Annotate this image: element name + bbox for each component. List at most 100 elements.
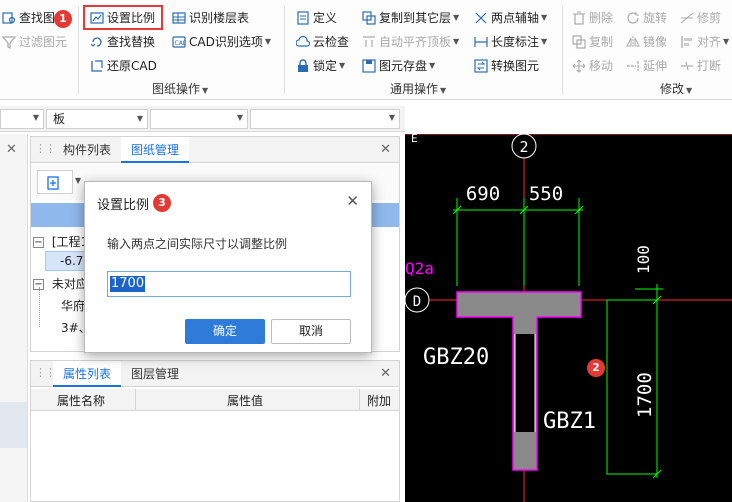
extend-button[interactable]: 延伸 bbox=[626, 56, 667, 76]
mirror-icon bbox=[626, 35, 640, 49]
step-badge-2: 2 bbox=[587, 359, 605, 377]
copy-icon bbox=[572, 35, 586, 49]
break-button[interactable]: 打断 bbox=[680, 56, 721, 76]
ribbon-divider bbox=[562, 6, 563, 94]
save-icon bbox=[362, 59, 376, 73]
close-icon[interactable]: ✕ bbox=[346, 192, 359, 210]
move-button[interactable]: 移动 bbox=[572, 56, 613, 76]
drag-handle-icon[interactable]: ⋮⋮ bbox=[35, 366, 56, 379]
find-drawing-icon bbox=[2, 11, 16, 25]
axis-label-e: E bbox=[411, 134, 418, 145]
chevron-down-icon: ▼ bbox=[339, 61, 346, 70]
length-dim-icon bbox=[474, 35, 488, 49]
two-point-axis-button[interactable]: 两点辅轴 ▼ bbox=[474, 8, 547, 28]
identify-floors-button[interactable]: 识别楼层表 bbox=[172, 8, 249, 28]
axis-icon bbox=[474, 11, 488, 25]
tree-node-drawing[interactable]: 华府 bbox=[61, 297, 85, 314]
delete-icon bbox=[572, 11, 586, 25]
element-save-button[interactable]: 图元存盘 ▼ bbox=[362, 56, 435, 76]
label-q2a: Q2a bbox=[405, 259, 434, 278]
length-dimension-button[interactable]: 长度标注 ▼ bbox=[474, 32, 547, 52]
cad-canvas[interactable]: 2 E D 690 550 Q2a GBZ20 GBZ1 100 1700 2 bbox=[405, 134, 732, 502]
tab-layer-management[interactable]: 图层管理 bbox=[121, 361, 189, 387]
find-drawing-button[interactable]: 查找图 bbox=[2, 8, 55, 28]
set-scale-button[interactable]: 设置比例 bbox=[90, 8, 155, 28]
convert-icon bbox=[474, 59, 488, 73]
convert-element-button[interactable]: 转换图元 bbox=[474, 56, 539, 76]
align-button[interactable]: 对齐 ▼ bbox=[680, 32, 729, 52]
add-drawing-button[interactable] bbox=[37, 170, 73, 194]
dimension-550: 550 bbox=[529, 183, 563, 205]
filter-elements-button[interactable]: 过滤图元 bbox=[2, 32, 67, 52]
find-replace-icon bbox=[90, 35, 104, 49]
chevron-down-icon[interactable]: ▼ bbox=[75, 176, 81, 185]
cad-options-button[interactable]: CAD CAD识别选项 ▼ bbox=[172, 32, 271, 52]
chevron-down-icon: ▼ bbox=[541, 13, 548, 22]
close-icon[interactable]: ✕ bbox=[380, 366, 391, 381]
extend-icon bbox=[626, 59, 640, 73]
rotate-icon bbox=[626, 11, 640, 25]
chevron-down-icon: ▼ bbox=[453, 37, 460, 46]
cad-options-icon: CAD bbox=[172, 35, 186, 49]
break-icon bbox=[680, 59, 694, 73]
column-header-name: 属性名称 bbox=[57, 394, 106, 408]
cancel-button[interactable]: 取消 bbox=[271, 319, 351, 344]
tab-drawing-management[interactable]: 图纸管理 bbox=[121, 137, 190, 163]
tab-property-list[interactable]: 属性列表 bbox=[53, 361, 122, 387]
restore-cad-icon bbox=[90, 59, 104, 73]
auto-align-top-button[interactable]: 自动平齐顶板 ▼ bbox=[362, 32, 459, 52]
close-icon[interactable]: ✕ bbox=[380, 142, 391, 157]
column-header-extra: 附加 bbox=[367, 394, 392, 408]
trim-button[interactable]: 修剪 bbox=[680, 8, 721, 28]
column-divider bbox=[359, 389, 360, 411]
chevron-down-icon: ▼ bbox=[723, 37, 730, 46]
dimension-100: 100 bbox=[634, 245, 653, 274]
chevron-down-icon: ▼ bbox=[264, 37, 271, 46]
step-badge-1: 1 bbox=[54, 10, 72, 28]
panel-tab-bar: ⋮⋮ 构件列表 图纸管理 ✕ bbox=[31, 137, 399, 163]
collapse-icon[interactable]: − bbox=[33, 237, 44, 248]
filter-icon bbox=[2, 35, 16, 49]
chevron-down-icon: ▼ bbox=[236, 113, 243, 122]
axis-label-2: 2 bbox=[519, 138, 528, 156]
dimension-horizontal bbox=[452, 198, 584, 286]
cloud-check-button[interactable]: 云检查 bbox=[296, 32, 349, 52]
cloud-icon bbox=[296, 35, 310, 49]
layer-selector[interactable]: ▼ bbox=[0, 109, 44, 129]
copy-to-floor-button[interactable]: 复制到其它层 ▼ bbox=[362, 8, 459, 28]
element-type-selector[interactable]: 板 ▼ bbox=[46, 109, 148, 129]
find-replace-button[interactable]: 查找替换 bbox=[90, 32, 155, 52]
chevron-down-icon: ▼ bbox=[453, 13, 460, 22]
tab-component-list[interactable]: 构件列表 bbox=[53, 137, 121, 163]
lock-button[interactable]: 锁定 ▼ bbox=[296, 56, 345, 76]
group-label-drawing: 图纸操作 ▼ bbox=[152, 82, 209, 96]
tree-node-project[interactable]: − [工程1 bbox=[33, 233, 88, 250]
scale-input[interactable]: 1700 bbox=[107, 271, 351, 297]
copy-floor-icon bbox=[362, 11, 376, 25]
dialog-instruction: 输入两点之间实际尺寸以调整比例 bbox=[107, 237, 288, 251]
tree-line bbox=[39, 287, 40, 327]
mirror-button[interactable]: 镜像 bbox=[626, 32, 667, 52]
element-selector-bar: ▼ 板 ▼ ▼ ▼ bbox=[0, 106, 405, 132]
property-panel: ⋮⋮ 属性列表 图层管理 ✕ 属性名称 属性值 附加 bbox=[30, 360, 400, 502]
column-gap bbox=[515, 334, 535, 432]
chevron-down-icon: ▼ bbox=[541, 37, 548, 46]
chevron-down-icon: ▼ bbox=[388, 113, 395, 122]
tree-node-unmatched[interactable]: − 未对应 bbox=[33, 275, 88, 292]
property-table-header: 属性名称 属性值 附加 bbox=[31, 389, 399, 411]
cad-drawing[interactable]: 2 E D 690 550 Q2a GBZ20 GBZ1 100 1700 bbox=[405, 134, 732, 502]
copy-button[interactable]: 复制 bbox=[572, 32, 613, 52]
element-selector[interactable]: ▼ bbox=[150, 109, 248, 129]
restore-cad-button[interactable]: 还原CAD bbox=[90, 56, 157, 76]
define-button[interactable]: 定义 bbox=[296, 8, 337, 28]
floor-table-icon bbox=[172, 11, 186, 25]
close-icon[interactable]: ✕ bbox=[6, 142, 17, 157]
rotate-button[interactable]: 旋转 bbox=[626, 8, 667, 28]
dimension-1700: 1700 bbox=[634, 372, 656, 418]
delete-button[interactable]: 删除 bbox=[572, 8, 613, 28]
drag-handle-icon[interactable]: ⋮⋮ bbox=[35, 142, 56, 155]
element-name-selector[interactable]: ▼ bbox=[250, 109, 400, 129]
align-top-icon bbox=[362, 35, 376, 49]
group-label-modify: 修改 ▼ bbox=[660, 82, 693, 96]
ok-button[interactable]: 确定 bbox=[185, 319, 265, 344]
